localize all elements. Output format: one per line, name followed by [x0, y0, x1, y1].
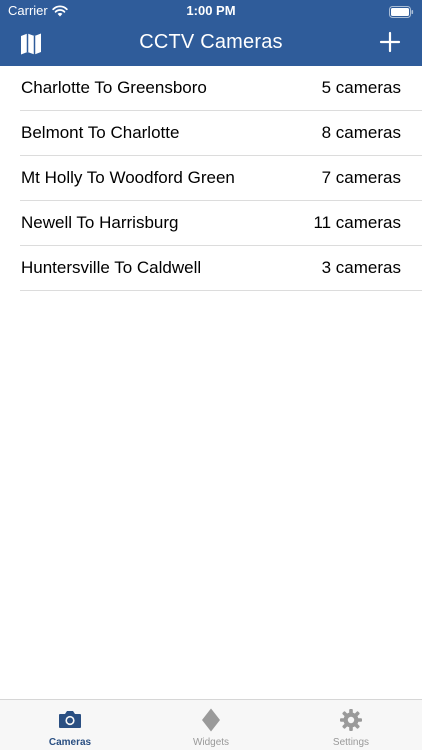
- route-row[interactable]: Charlotte To Greensboro 5 cameras: [20, 66, 422, 111]
- tab-settings[interactable]: Settings: [281, 700, 421, 750]
- route-name: Mt Holly To Woodford Green: [21, 168, 235, 187]
- camera-count: 5 cameras: [321, 78, 401, 97]
- navigation-bar: CCTV Cameras: [0, 22, 422, 66]
- status-bar: Carrier 1:00 PM: [0, 0, 422, 22]
- route-name: Charlotte To Greensboro: [21, 78, 207, 97]
- header: Carrier 1:00 PM CCTV Cameras: [0, 0, 422, 66]
- camera-count: 8 cameras: [321, 123, 401, 142]
- route-name: Huntersville To Caldwell: [21, 258, 202, 277]
- tab-widgets[interactable]: Widgets: [141, 700, 281, 750]
- camera-count: 11 cameras: [313, 213, 401, 232]
- add-route-button[interactable]: [378, 30, 404, 56]
- route-name: Newell To Harrisburg: [21, 213, 179, 232]
- tab-label: Cameras: [48, 737, 92, 748]
- page-title: CCTV Cameras: [139, 31, 283, 53]
- route-row[interactable]: Huntersville To Caldwell 3 cameras: [20, 246, 422, 291]
- status-time: 1:00 PM: [186, 3, 236, 18]
- diamond-icon: [141, 708, 281, 732]
- tab-cameras[interactable]: Cameras: [0, 700, 140, 750]
- route-row[interactable]: Mt Holly To Woodford Green 7 cameras: [20, 156, 422, 201]
- camera-count: 3 cameras: [321, 258, 401, 277]
- gear-icon: [281, 708, 421, 732]
- route-list: Charlotte To Greensboro 5 cameras Belmon…: [0, 66, 422, 291]
- battery-icon: [389, 5, 414, 23]
- camera-count: 7 cameras: [321, 168, 401, 187]
- plus-icon: [379, 31, 401, 53]
- tab-label: Settings: [332, 737, 370, 748]
- route-row[interactable]: Newell To Harrisburg 11 cameras: [20, 201, 422, 246]
- route-name: Belmont To Charlotte: [21, 123, 180, 142]
- tab-bar: Cameras Widgets Settings: [0, 699, 422, 750]
- tab-label: Widgets: [192, 737, 230, 748]
- route-row[interactable]: Belmont To Charlotte 8 cameras: [20, 111, 422, 156]
- camera-icon: [0, 708, 140, 732]
